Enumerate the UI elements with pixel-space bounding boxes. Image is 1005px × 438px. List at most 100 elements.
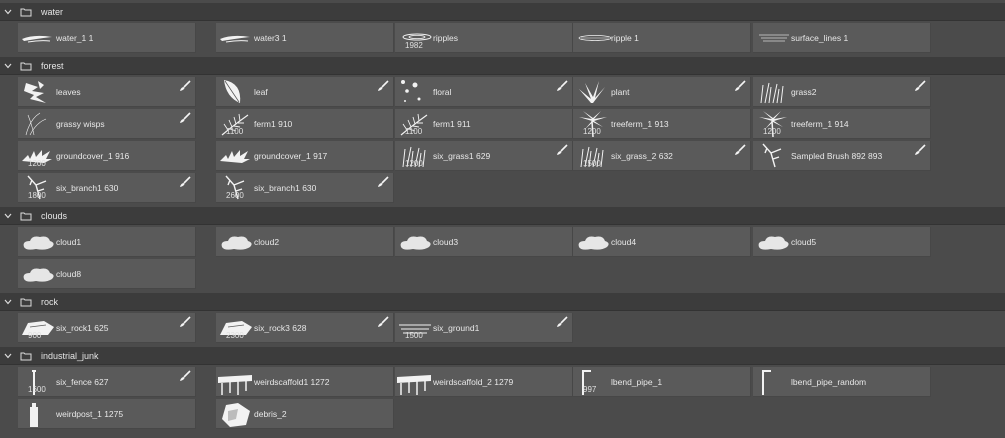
brush-name: six_branch1 630 <box>56 183 119 193</box>
brush-size: 2300 <box>226 331 244 340</box>
folder-icon <box>18 207 34 225</box>
brush-name: weirdpost_1 1275 <box>56 409 124 419</box>
brush-name: six_ground1 <box>433 323 480 333</box>
brush-name: debris_2 <box>254 409 287 419</box>
brush-preset-tile[interactable]: groundcover_1 916 1200 <box>18 141 196 171</box>
brush-preset-tile[interactable]: cloud2 <box>216 227 394 257</box>
brush-preset-tile[interactable]: cloud4 <box>573 227 751 257</box>
brush-preset-tile[interactable]: Sampled Brush 892 893 <box>753 141 931 171</box>
brush-name: floral <box>433 87 452 97</box>
brush-name: treeferm_1 914 <box>791 119 849 129</box>
brush-preset-tile[interactable]: ripple 1 <box>573 23 751 53</box>
brush-name: water3 1 <box>254 33 287 43</box>
brush-name: six_grass_2 632 <box>611 151 673 161</box>
folder-icon <box>18 293 34 311</box>
folder-icon <box>18 57 34 75</box>
brush-preset-tile[interactable]: six_branch1 630 1800 <box>18 173 196 203</box>
brush-size: 1200 <box>583 127 601 136</box>
brush-preset-tile[interactable]: floral <box>395 77 573 107</box>
brush-name: ferm1 910 <box>254 119 293 129</box>
brush-preset-tile[interactable]: treeferm_1 913 1200 <box>573 109 751 139</box>
brush-preset-tile[interactable]: ripples 1982 <box>395 23 573 53</box>
brush-tool-icon <box>179 316 191 328</box>
brush-preset-tile[interactable]: six_grass_2 632 1500 <box>573 141 751 171</box>
brush-name: weirdscaffold_2 1279 <box>433 377 514 387</box>
group-name: rock <box>41 296 59 307</box>
brush-name: surface_lines 1 <box>791 33 849 43</box>
brush-preset-tile[interactable]: water3 1 <box>216 23 394 53</box>
brush-preset-tile[interactable]: ferm1 910 1100 <box>216 109 394 139</box>
brush-preset-tile[interactable]: lbend_pipe_1 997 <box>573 367 751 397</box>
brush-tool-icon <box>914 144 926 156</box>
folder-icon <box>18 3 34 21</box>
chevron-down-icon[interactable] <box>0 3 16 21</box>
brush-name: lbend_pipe_random <box>791 377 867 387</box>
brush-preset-tile[interactable]: groundcover_1 917 <box>216 141 394 171</box>
group-header-rock[interactable]: rock <box>0 293 1005 311</box>
brush-preset-tile[interactable]: grassy wisps <box>18 109 196 139</box>
folder-icon <box>18 347 34 365</box>
brush-preset-tile[interactable]: debris_2 <box>216 399 394 429</box>
brush-name: plant <box>611 87 630 97</box>
brush-preset-tile[interactable]: cloud3 <box>395 227 573 257</box>
brush-preset-tile[interactable]: grass2 <box>753 77 931 107</box>
brush-name: cloud2 <box>254 237 280 247</box>
brush-preset-tile[interactable]: cloud1 <box>18 227 196 257</box>
chevron-down-icon[interactable] <box>0 57 16 75</box>
brush-size: 1500 <box>405 331 423 340</box>
group-header-clouds[interactable]: clouds <box>0 207 1005 225</box>
group-name: water <box>41 6 64 17</box>
group-header-industrial-junk[interactable]: industrial_junk <box>0 347 1005 365</box>
group-header-water[interactable]: water <box>0 3 1005 21</box>
brush-tool-icon <box>556 144 568 156</box>
brush-name: cloud5 <box>791 237 817 247</box>
brush-size: 1200 <box>28 159 46 168</box>
brush-preset-tile[interactable]: weirdscaffold1 1272 <box>216 367 394 397</box>
brush-preset-tile[interactable]: leaves <box>18 77 196 107</box>
brush-preset-tile[interactable]: six_fence 627 1600 <box>18 367 196 397</box>
brush-tool-icon <box>556 80 568 92</box>
brush-preset-tile[interactable]: six_grass1 629 1200 <box>395 141 573 171</box>
chevron-down-icon[interactable] <box>0 207 16 225</box>
chevron-down-icon[interactable] <box>0 293 16 311</box>
chevron-down-icon[interactable] <box>0 347 16 365</box>
group-name: industrial_junk <box>41 350 99 361</box>
brush-preset-tile[interactable]: weirdscaffold_2 1279 <box>395 367 573 397</box>
brush-size: 1600 <box>28 385 46 394</box>
brush-preset-tile[interactable]: cloud5 <box>753 227 931 257</box>
group-name: clouds <box>41 210 68 221</box>
brush-name: water_1 1 <box>56 33 94 43</box>
brush-preset-tile[interactable]: six_branch1 630 2600 <box>216 173 394 203</box>
brush-size: 2600 <box>226 191 244 200</box>
brush-size: 997 <box>583 385 597 394</box>
brush-preset-tile[interactable]: leaf <box>216 77 394 107</box>
brush-presets-panel: water water_1 1 water3 1 ripples 1982 ripple … <box>0 0 1005 438</box>
brush-tool-icon <box>734 144 746 156</box>
brush-name: cloud1 <box>56 237 82 247</box>
brush-name: cloud4 <box>611 237 637 247</box>
brush-tool-icon <box>179 370 191 382</box>
brush-tool-icon <box>179 112 191 124</box>
brush-preset-tile[interactable]: cloud8 <box>18 259 196 289</box>
brush-preset-tile[interactable]: six_rock3 628 2300 <box>216 313 394 343</box>
brush-size: 1800 <box>28 191 46 200</box>
brush-preset-tile[interactable]: six_ground1 1500 <box>395 313 573 343</box>
brush-preset-tile[interactable]: water_1 1 <box>18 23 196 53</box>
brush-preset-tile[interactable]: weirdpost_1 1275 <box>18 399 196 429</box>
brush-size: 1500 <box>583 159 601 168</box>
brush-name: groundcover_1 916 <box>56 151 130 161</box>
brush-tool-icon <box>377 176 389 188</box>
brush-preset-tile[interactable]: surface_lines 1 <box>753 23 931 53</box>
brush-preset-tile[interactable]: six_rock1 625 900 <box>18 313 196 343</box>
brush-name: Sampled Brush 892 893 <box>791 151 883 161</box>
brush-name: weirdscaffold1 1272 <box>254 377 330 387</box>
brush-name: ripples <box>433 33 459 43</box>
brush-size: 1100 <box>405 127 423 136</box>
brush-preset-tile[interactable]: plant <box>573 77 751 107</box>
brush-preset-tile[interactable]: treeferm_1 914 1200 <box>753 109 931 139</box>
brush-preset-tile[interactable]: lbend_pipe_random <box>753 367 931 397</box>
brush-preset-tile[interactable]: ferm1 911 1100 <box>395 109 573 139</box>
brush-name: leaves <box>56 87 81 97</box>
brush-size: 900 <box>28 331 42 340</box>
group-header-forest[interactable]: forest <box>0 57 1005 75</box>
